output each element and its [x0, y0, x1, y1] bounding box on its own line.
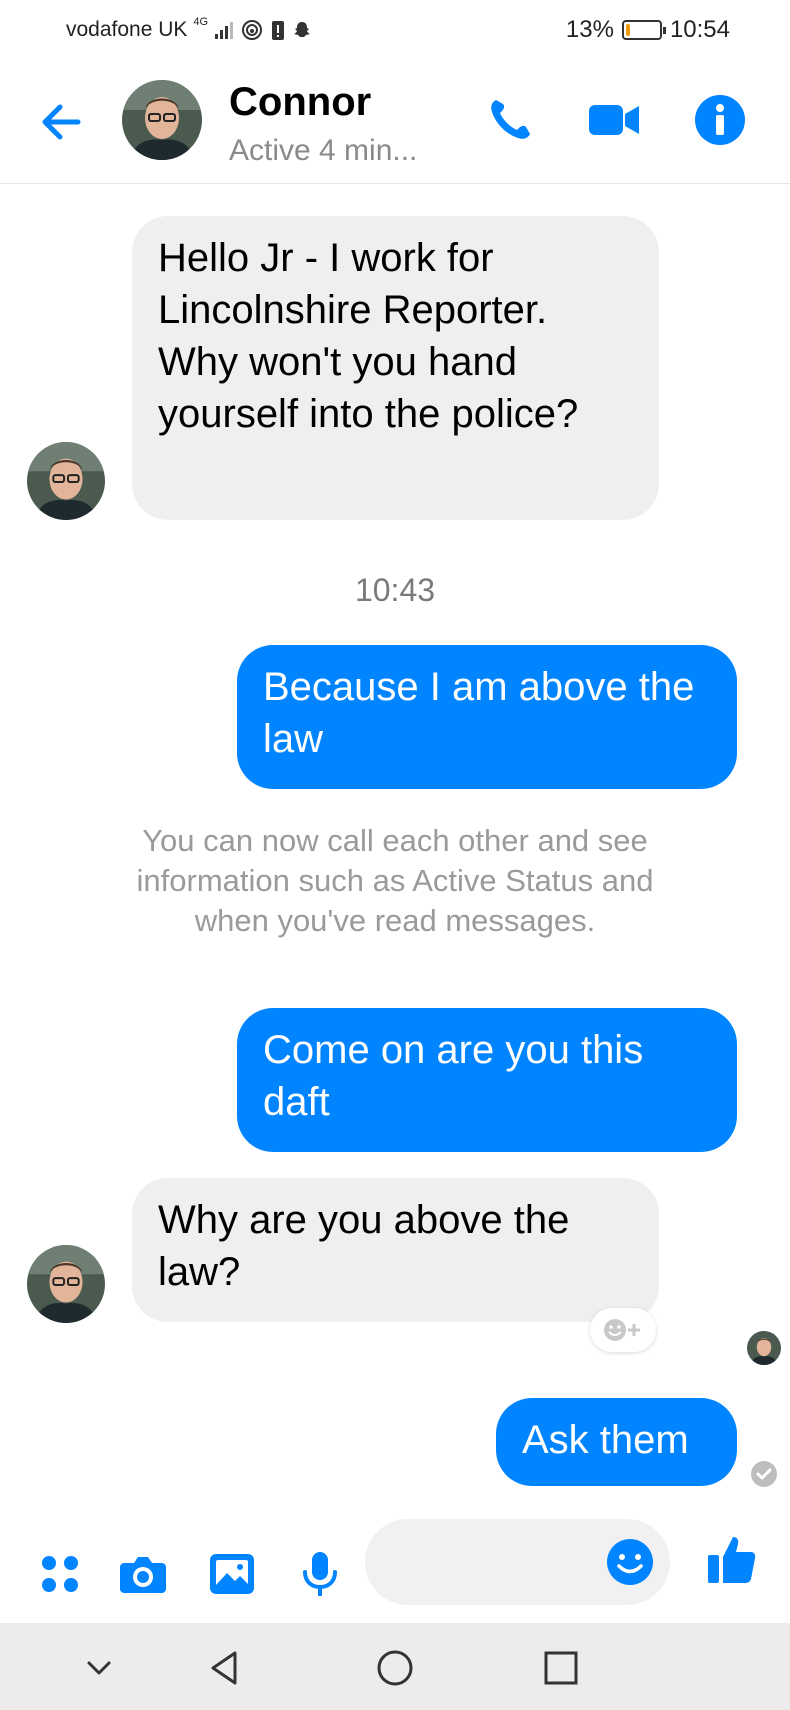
- signal-icon: [215, 22, 234, 39]
- emoji-icon[interactable]: [605, 1537, 655, 1587]
- battery-fill: [625, 24, 630, 36]
- back-triangle-icon[interactable]: [202, 1645, 248, 1691]
- outgoing-message-bubble[interactable]: Come on are you this daft: [237, 1008, 737, 1152]
- chevron-down-icon[interactable]: [76, 1645, 122, 1691]
- contact-active-status: Active 4 min...: [229, 134, 418, 167]
- status-bar: vodafone UK 4G 13% 10:54: [0, 0, 790, 60]
- sender-avatar[interactable]: [27, 442, 105, 520]
- sender-avatar[interactable]: [27, 1245, 105, 1323]
- info-icon[interactable]: [692, 92, 748, 148]
- home-circle-icon[interactable]: [372, 1645, 418, 1691]
- avatar-image: [27, 442, 105, 520]
- camera-icon[interactable]: [118, 1549, 168, 1599]
- incoming-message-bubble[interactable]: Hello Jr - I work for Lincolnshire Repor…: [132, 216, 659, 520]
- contact-name[interactable]: Connor: [229, 80, 371, 125]
- system-notice: You can now call each other and see info…: [136, 823, 654, 938]
- hotspot-icon: [242, 20, 263, 40]
- message-timestamp: 10:43: [354, 572, 436, 608]
- avatar-image: [27, 1245, 105, 1323]
- delivered-check-icon: [751, 1461, 777, 1487]
- gallery-icon[interactable]: [207, 1549, 257, 1599]
- seen-indicator-avatar: [747, 1331, 781, 1365]
- message-composer: [0, 1519, 790, 1623]
- messenger-screen: vodafone UK 4G 13% 10:54 Connor Active 4…: [0, 0, 790, 1710]
- back-arrow-icon[interactable]: [30, 90, 94, 154]
- status-left: vodafone UK 4G: [66, 16, 312, 42]
- status-right: 13% 10:54: [566, 16, 730, 44]
- avatar-image: [122, 80, 202, 160]
- apps-grid-icon[interactable]: [35, 1549, 85, 1599]
- add-reaction-icon: [604, 1319, 640, 1341]
- message-list: Hello Jr - I work for Lincolnshire Repor…: [0, 184, 790, 1519]
- outgoing-message-bubble[interactable]: Because I am above the law: [237, 645, 737, 789]
- snapchat-icon: [294, 22, 311, 37]
- system-navigation-bar: [0, 1623, 790, 1710]
- video-camera-icon[interactable]: [587, 92, 643, 148]
- add-reaction-button[interactable]: [590, 1308, 656, 1352]
- recents-square-icon[interactable]: [538, 1645, 584, 1691]
- clock: 10:54: [669, 16, 730, 43]
- contact-avatar[interactable]: [122, 80, 202, 160]
- phone-icon[interactable]: [482, 92, 538, 148]
- microphone-icon[interactable]: [295, 1549, 345, 1599]
- outgoing-message-bubble[interactable]: Ask them: [496, 1398, 737, 1486]
- incoming-message-bubble[interactable]: Why are you above the law?: [132, 1178, 659, 1322]
- network-type: 4G: [193, 16, 209, 28]
- avatar-image: [747, 1331, 781, 1365]
- alert-icon: [272, 21, 285, 40]
- battery-icon: [621, 20, 666, 40]
- carrier-label: vodafone UK: [66, 18, 188, 41]
- conversation-header: Connor Active 4 min...: [0, 60, 790, 184]
- battery-percent: 13%: [565, 16, 614, 43]
- thumbs-up-icon[interactable]: [705, 1533, 759, 1587]
